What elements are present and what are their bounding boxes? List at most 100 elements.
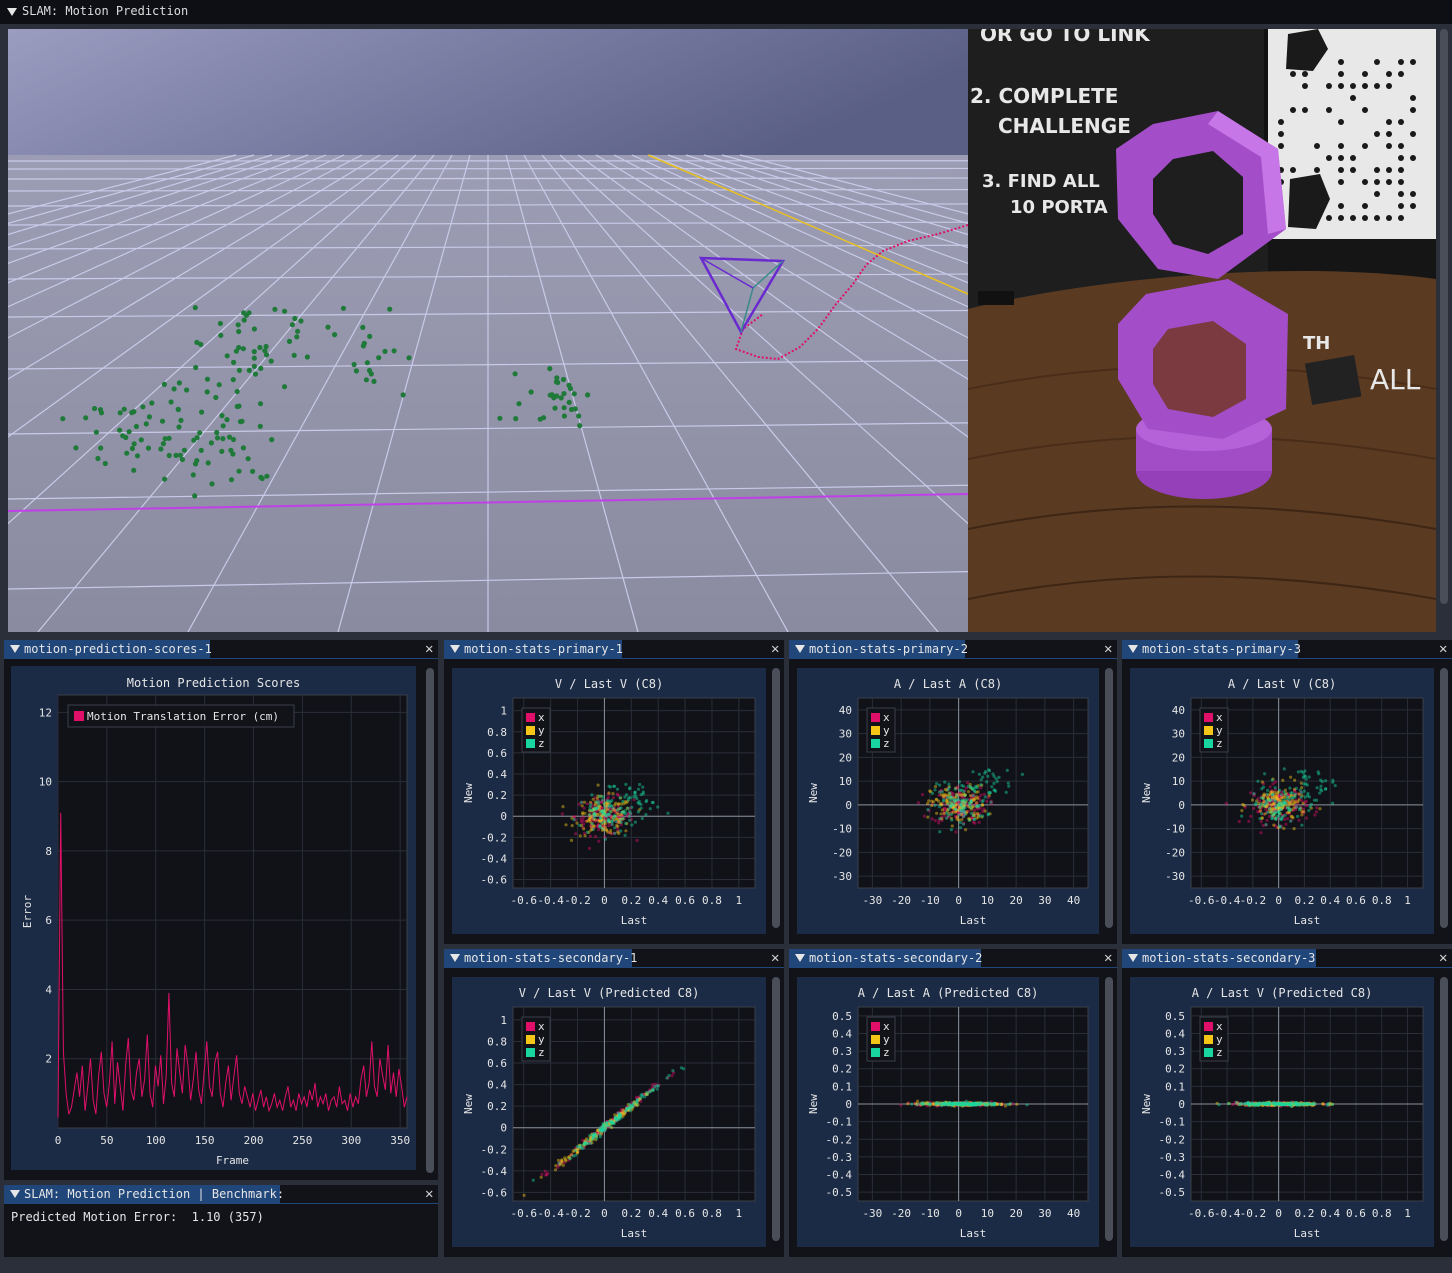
scatter-point <box>627 796 631 800</box>
collapse-triangle-icon[interactable] <box>795 645 805 653</box>
collapse-triangle-icon[interactable] <box>7 8 17 16</box>
scatter-point <box>1304 816 1308 820</box>
scatter-point <box>1296 770 1300 774</box>
panel-tab[interactable]: motion-stats-secondary-2 <box>789 949 982 967</box>
scatter-point <box>977 804 982 808</box>
dock-panel[interactable]: motion-stats-secondary-1 ✕ V / Last V (Pre… <box>444 949 784 1257</box>
landmark-point <box>332 332 338 338</box>
close-icon[interactable]: ✕ <box>1439 950 1447 966</box>
x-tick-label: 20 <box>1010 1207 1023 1220</box>
panel-scrollbar[interactable] <box>1440 668 1448 928</box>
main-window-titlebar[interactable]: SLAM: Motion Prediction <box>0 0 1452 24</box>
landmark-point <box>124 450 130 456</box>
scatter-point <box>1313 813 1317 817</box>
scatter-point <box>1278 798 1282 802</box>
scatter-point <box>940 1102 944 1106</box>
panel-scrollbar[interactable] <box>1105 668 1113 928</box>
plot-legend[interactable]: xyz <box>1199 707 1229 753</box>
scatter-point <box>1006 1103 1010 1107</box>
plot-legend[interactable]: xyz <box>866 1016 896 1062</box>
legend-entry: z <box>1216 1046 1223 1059</box>
panel-tab[interactable]: motion-stats-primary-3 <box>1122 640 1301 658</box>
landmark-point <box>516 401 522 407</box>
plot-legend[interactable]: xyz <box>1199 1016 1229 1062</box>
plot-frame[interactable]: A / Last A (Predicted C8) -30 -20 -10 0 10 20 3… <box>797 977 1099 1247</box>
panel-tab[interactable]: motion-stats-primary-2 <box>789 640 968 658</box>
panel-scrollbar[interactable] <box>772 668 780 928</box>
dock-panel[interactable]: SLAM: Motion Prediction | Benchmark: ✕ Pre… <box>4 1185 438 1257</box>
main-window-scrollbar[interactable] <box>1440 29 1448 604</box>
collapse-triangle-icon[interactable] <box>10 645 20 653</box>
landmark-point <box>204 376 211 382</box>
collapse-triangle-icon[interactable] <box>450 954 460 962</box>
dock-panel[interactable]: motion-prediction-scores-1 ✕ Motion Predic… <box>4 640 438 1180</box>
collapse-triangle-icon[interactable] <box>795 954 805 962</box>
landmark-point <box>363 377 369 383</box>
panel-scrollbar[interactable] <box>1105 977 1113 1241</box>
dock-panel[interactable]: motion-stats-primary-1 ✕ V / Last V (C8) -0… <box>444 640 784 944</box>
y-tick-label: 0 <box>1178 799 1185 812</box>
scatter-point <box>609 831 613 835</box>
scatter-point <box>920 793 925 797</box>
landmark-point <box>251 363 257 369</box>
collapse-triangle-icon[interactable] <box>1128 954 1138 962</box>
collapse-triangle-icon[interactable] <box>450 645 460 653</box>
panel-tab[interactable]: motion-stats-primary-1 <box>444 640 623 658</box>
plot-frame[interactable]: A / Last V (Predicted C8) -0.6 -0.4 -0.2 0 0.… <box>1130 977 1434 1247</box>
scatter-point <box>1303 769 1307 773</box>
dock-panel[interactable]: motion-stats-primary-3 ✕ A / Last V (C8) -0… <box>1122 640 1452 944</box>
panel-tab[interactable]: motion-prediction-scores-1 <box>4 640 212 658</box>
scatter-point <box>592 1133 596 1137</box>
legend-entry: y <box>1216 1033 1223 1046</box>
landmark-point <box>251 349 257 355</box>
plot-frame[interactable]: A / Last A (C8) -30 -20 -10 0 10 20 30 40 -30 -20-… <box>797 668 1099 934</box>
dock-panel[interactable]: motion-stats-primary-2 ✕ A / Last A (C8) -3… <box>789 640 1117 944</box>
collapse-triangle-icon[interactable] <box>1128 645 1138 653</box>
collapse-triangle-icon[interactable] <box>10 1190 20 1198</box>
scatter-point <box>1321 1102 1325 1106</box>
close-icon[interactable]: ✕ <box>771 641 779 657</box>
panel-tab[interactable]: motion-stats-secondary-1 <box>444 949 637 967</box>
scatter-point <box>1025 1103 1029 1107</box>
close-icon[interactable]: ✕ <box>425 1186 433 1202</box>
plot-frame[interactable]: V / Last V (Predicted C8) -0.6 -0.4 -0.2 0 0.… <box>452 977 766 1247</box>
panel-scrollbar[interactable] <box>426 668 434 1173</box>
plot-frame[interactable]: A / Last V (C8) -0.6 -0.4 -0.2 0 0.2 0.4 0.6 0.8… <box>1130 668 1434 934</box>
panel-tab[interactable]: SLAM: Motion Prediction | Benchmark: <box>4 1185 284 1203</box>
panel-tab[interactable]: motion-stats-secondary-3 <box>1122 949 1316 967</box>
plot-frame[interactable]: Motion Prediction Scores 0 50 100 150 200 250 3… <box>11 666 416 1170</box>
scatter-point <box>585 830 589 834</box>
close-icon[interactable]: ✕ <box>1104 950 1112 966</box>
close-icon[interactable]: ✕ <box>1439 641 1447 657</box>
close-icon[interactable]: ✕ <box>771 950 779 966</box>
scatter-point <box>610 798 614 803</box>
scatter-point <box>623 1109 627 1114</box>
dock-panel[interactable]: motion-stats-secondary-2 ✕ A / Last A (Pre… <box>789 949 1117 1257</box>
plot-legend[interactable]: xyz <box>521 707 551 753</box>
x-tick-label: -0.4 <box>537 894 564 907</box>
close-icon[interactable]: ✕ <box>425 641 433 657</box>
x-tick-label: -0.2 <box>564 894 591 907</box>
panel-scrollbar[interactable] <box>772 977 780 1241</box>
scatter-point <box>563 1158 568 1162</box>
scatter-point <box>971 793 975 797</box>
y-tick-label: 0 <box>845 1098 852 1111</box>
close-icon[interactable]: ✕ <box>1104 641 1112 657</box>
panel-scrollbar[interactable] <box>1440 977 1448 1241</box>
plot-frame[interactable]: V / Last V (C8) -0.6 -0.4 -0.2 0 0.2 0.4 0.6 0.8… <box>452 668 766 934</box>
scatter-point <box>651 800 655 805</box>
scatter-point <box>556 1158 560 1162</box>
y-tick-label: 0 <box>500 1122 507 1135</box>
x-tick-label: 40 <box>1067 894 1080 907</box>
scatter-point <box>899 1103 903 1107</box>
slam-3d-viewport[interactable] <box>8 29 968 632</box>
scatter-point <box>1273 786 1277 790</box>
plot-legend[interactable]: xyz <box>521 1016 551 1062</box>
plot-legend[interactable]: xyz <box>866 707 896 753</box>
chart-legend[interactable]: Motion Translation Error (cm) <box>67 704 295 728</box>
dock-panel[interactable]: motion-stats-secondary-3 ✕ A / Last V (Pre… <box>1122 949 1452 1257</box>
scatter-point <box>648 807 652 811</box>
y-tick-label: 20 <box>839 751 852 764</box>
y-axis-label: New <box>1140 783 1153 803</box>
legend-swatch <box>871 739 880 748</box>
